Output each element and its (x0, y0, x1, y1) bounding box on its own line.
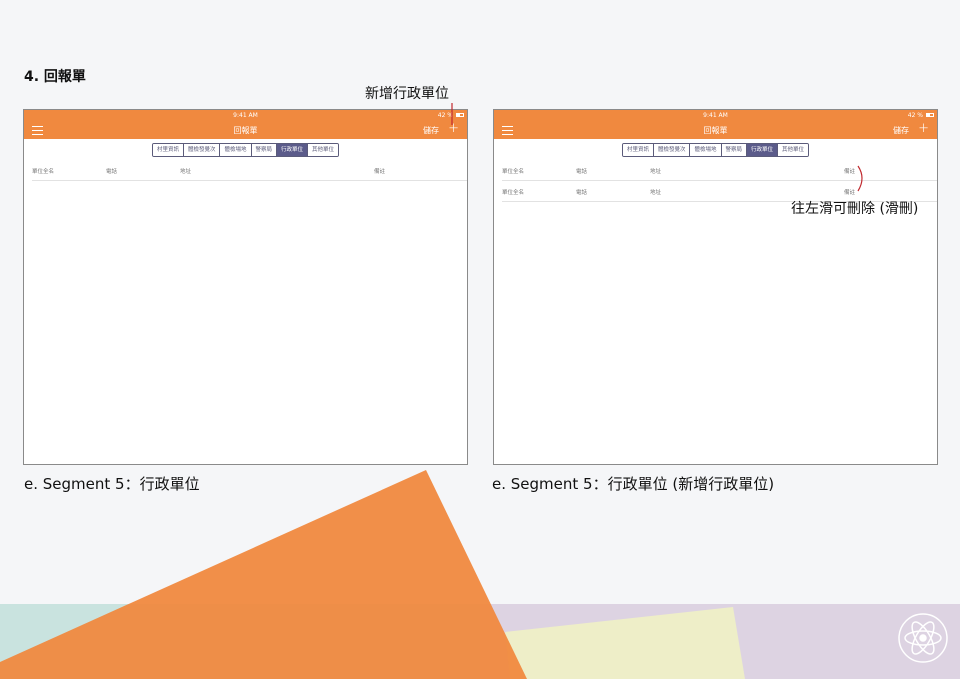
annotation-lines (451, 103, 863, 192)
annotation-swipe-delete: 往左滑可刪除 (滑刪) (791, 201, 919, 217)
annotation-add-unit: 新增行政單位 (365, 86, 449, 102)
swipe-bracket (857, 165, 863, 192)
